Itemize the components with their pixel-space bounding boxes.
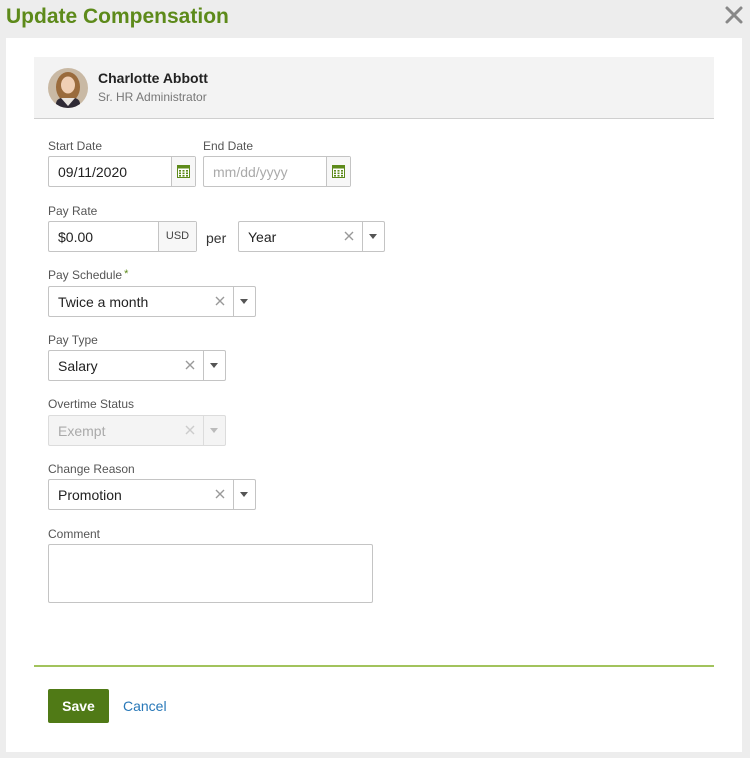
pay-period-value: Year bbox=[248, 229, 277, 245]
change-reason-value: Promotion bbox=[58, 487, 122, 503]
cancel-link[interactable]: Cancel bbox=[123, 698, 167, 714]
calendar-icon bbox=[177, 165, 190, 178]
end-date-field bbox=[203, 156, 351, 187]
footer-divider bbox=[34, 665, 714, 667]
pay-rate-label: Pay Rate bbox=[48, 204, 98, 218]
overtime-status-value: Exempt bbox=[58, 423, 106, 439]
pay-type-select[interactable]: Salary bbox=[48, 350, 226, 381]
clear-icon[interactable] bbox=[214, 488, 226, 500]
change-reason-label: Change Reason bbox=[48, 462, 135, 476]
pay-schedule-label: Pay Schedule * bbox=[48, 268, 128, 282]
clear-icon[interactable] bbox=[214, 295, 226, 307]
currency-addon: USD bbox=[158, 222, 196, 251]
start-date-label: Start Date bbox=[48, 139, 103, 153]
change-reason-select[interactable]: Promotion bbox=[48, 479, 256, 510]
clear-icon bbox=[185, 425, 195, 435]
employee-card: Charlotte Abbott Sr. HR Administrator bbox=[34, 57, 714, 119]
required-mark: * bbox=[124, 268, 129, 280]
avatar-image bbox=[48, 68, 88, 108]
avatar bbox=[48, 68, 88, 108]
calendar-icon bbox=[332, 165, 345, 178]
start-date-calendar-button[interactable] bbox=[171, 157, 195, 186]
comment-label: Comment bbox=[48, 527, 101, 541]
clear-icon[interactable] bbox=[184, 359, 196, 371]
pay-rate-field: USD bbox=[48, 221, 197, 252]
start-date-input[interactable] bbox=[58, 163, 158, 181]
close-icon[interactable] bbox=[724, 5, 744, 25]
pay-period-select[interactable]: Year bbox=[238, 221, 385, 252]
pay-schedule-label-text: Pay Schedule bbox=[48, 268, 123, 282]
pay-type-value: Salary bbox=[58, 358, 98, 374]
chevron-down-icon[interactable] bbox=[233, 480, 255, 509]
employee-role: Sr. HR Administrator bbox=[98, 90, 207, 104]
save-button[interactable]: Save bbox=[48, 689, 109, 723]
pay-rate-input[interactable] bbox=[58, 228, 158, 246]
clear-icon[interactable] bbox=[343, 230, 355, 242]
end-date-calendar-button[interactable] bbox=[326, 157, 350, 186]
employee-name: Charlotte Abbott bbox=[98, 70, 208, 86]
dialog-title: Update Compensation bbox=[6, 5, 229, 28]
per-label: per bbox=[206, 230, 227, 246]
pay-schedule-value: Twice a month bbox=[58, 294, 149, 310]
dialog-panel: Charlotte Abbott Sr. HR Administrator St… bbox=[6, 38, 742, 752]
comment-textarea[interactable] bbox=[48, 544, 373, 603]
chevron-down-icon[interactable] bbox=[362, 222, 384, 251]
overtime-status-select: Exempt bbox=[48, 415, 226, 446]
chevron-down-icon[interactable] bbox=[203, 351, 225, 380]
chevron-down-icon[interactable] bbox=[233, 287, 255, 316]
start-date-field bbox=[48, 156, 196, 187]
chevron-down-icon bbox=[203, 416, 225, 445]
end-date-label: End Date bbox=[203, 139, 254, 153]
overtime-status-label: Overtime Status bbox=[48, 397, 135, 411]
end-date-input[interactable] bbox=[213, 163, 313, 181]
pay-schedule-select[interactable]: Twice a month bbox=[48, 286, 256, 317]
pay-type-label: Pay Type bbox=[48, 333, 98, 347]
